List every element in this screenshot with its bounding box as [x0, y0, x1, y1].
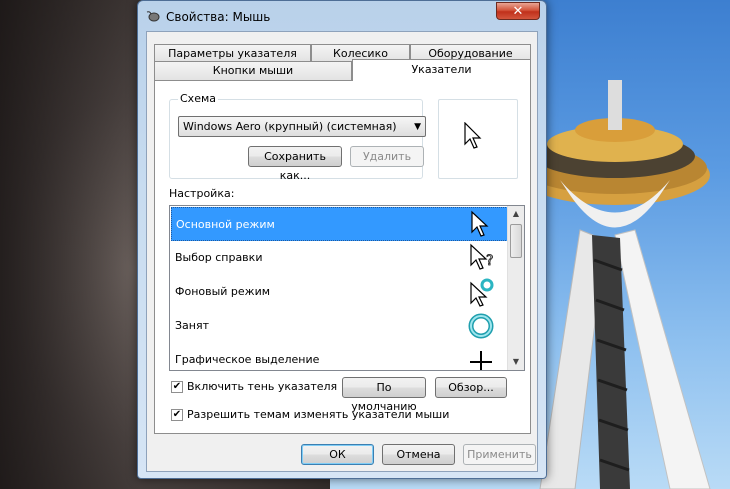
apply-button[interactable]: Применить [463, 444, 536, 465]
arrow-cursor-icon [471, 210, 489, 237]
cancel-button[interactable]: Отмена [382, 444, 455, 465]
precision-select-cursor-icon [470, 351, 492, 370]
scrollbar-thumb[interactable] [510, 224, 522, 258]
scroll-down-icon[interactable]: ▼ [508, 354, 524, 370]
space-needle-image [520, 80, 711, 489]
chevron-down-icon: ▼ [414, 122, 421, 132]
help-cursor-icon: ? [470, 243, 494, 270]
shadow-checkbox-label: Включить тень указателя [187, 380, 338, 393]
scroll-up-icon[interactable]: ▲ [508, 206, 524, 222]
busy-cursor-icon [468, 313, 494, 339]
tab-pointer-options[interactable]: Параметры указателя [154, 44, 311, 61]
use-default-button[interactable]: По умолчанию [342, 377, 426, 413]
mouse-icon [146, 11, 160, 22]
svg-text:?: ? [486, 253, 493, 269]
setup-label: Настройка: [169, 187, 235, 200]
list-item[interactable]: Основной режим [171, 207, 508, 241]
tab-pointers[interactable]: Указатели [352, 59, 531, 81]
list-item-label: Основной режим [176, 218, 275, 231]
scheme-groupbox: Схема Windows Aero (крупный) (системная)… [169, 92, 426, 182]
scheme-dropdown[interactable]: Windows Aero (крупный) (системная) ▼ [178, 116, 426, 137]
dialog-client-area: Параметры указателя Колесико Оборудовани… [146, 31, 538, 472]
window-title: Свойства: Мышь [166, 10, 271, 24]
mouse-properties-dialog: Свойства: Мышь ✕ Параметры указателя Кол… [137, 0, 547, 479]
list-item-label: Графическое выделение [175, 353, 320, 366]
scheme-selected-value: Windows Aero (крупный) (системная) [183, 120, 397, 133]
list-item[interactable]: Графическое выделение [171, 343, 508, 370]
list-scrollbar[interactable]: ▲ ▼ [507, 206, 524, 370]
title-bar[interactable]: Свойства: Мышь ✕ [138, 1, 546, 31]
ok-button[interactable]: ОК [301, 444, 374, 465]
pointer-preview [438, 99, 518, 179]
list-item[interactable]: Выбор справки ? [171, 241, 508, 275]
scheme-group-label: Схема [178, 92, 218, 105]
list-item-label: Фоновый режим [175, 285, 271, 298]
browse-button[interactable]: Обзор... [435, 377, 507, 398]
shadow-checkbox[interactable]: ✔ [171, 381, 183, 393]
cursor-list[interactable]: Основной режим Выбор справки ? Фоновый р… [169, 205, 525, 371]
list-item-label: Занят [175, 319, 210, 332]
list-item[interactable]: Занят [171, 309, 508, 343]
close-button[interactable]: ✕ [496, 2, 540, 20]
tab-buttons[interactable]: Кнопки мыши [154, 61, 352, 80]
delete-scheme-button[interactable]: Удалить [350, 146, 424, 167]
working-in-background-cursor-icon [470, 278, 494, 307]
pointers-tab-panel: Схема Windows Aero (крупный) (системная)… [154, 80, 531, 434]
allow-themes-checkbox-label: Разрешить темам изменять указатели мыши [187, 408, 450, 421]
list-item[interactable]: Фоновый режим [171, 275, 508, 309]
allow-themes-checkbox[interactable]: ✔ [171, 409, 183, 421]
arrow-cursor-icon [464, 122, 482, 149]
save-as-button[interactable]: Сохранить как... [248, 146, 342, 182]
list-item-label: Выбор справки [175, 251, 263, 264]
